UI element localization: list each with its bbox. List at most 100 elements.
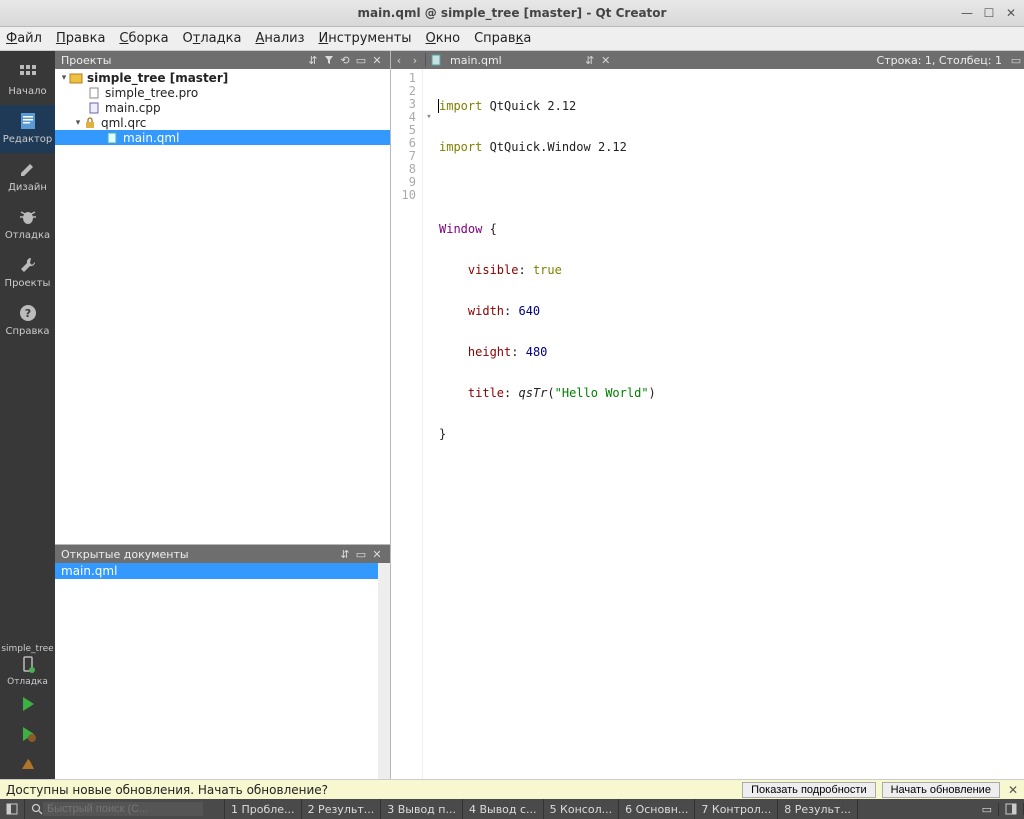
mode-help[interactable]: ? Справка	[0, 297, 55, 345]
notification-close-icon[interactable]: ✕	[1008, 783, 1018, 797]
panel-close-icon[interactable]: ✕	[370, 53, 384, 67]
editor-toolbar: ‹ › main.qml ⇵ ✕ Строка: 1, Столбец: 1 ▭	[391, 51, 1024, 69]
tree-root-label: simple_tree [master]	[87, 71, 228, 85]
file-type-icon	[428, 52, 444, 68]
mode-start-label: Начало	[8, 86, 46, 97]
pencil-icon	[18, 159, 38, 179]
split-icon[interactable]: ▭	[354, 53, 368, 67]
window-title: main.qml @ simple_tree [master] - Qt Cre…	[358, 6, 667, 20]
output-tab-8[interactable]: 8 Результ...	[778, 799, 858, 819]
tree-pro-file[interactable]: simple_tree.pro	[55, 85, 390, 100]
split-icon[interactable]: ▭	[1008, 52, 1024, 68]
mode-editor[interactable]: Редактор	[0, 105, 55, 153]
tree-root[interactable]: ▾ simple_tree [master]	[55, 70, 390, 85]
mode-start[interactable]: Начало	[0, 57, 55, 105]
menu-build[interactable]: Сборка	[119, 31, 168, 46]
close-button[interactable]: ✕	[1006, 8, 1016, 18]
code-area[interactable]: 12345678910 ▾ import QtQuick 2.12 import…	[391, 69, 1024, 779]
help-icon: ?	[18, 303, 38, 323]
leftbar: Начало Редактор Дизайн Отладка Проекты ?…	[0, 51, 55, 779]
build-button[interactable]	[19, 755, 37, 773]
menu-window[interactable]: Окно	[426, 31, 461, 46]
chevron-down-icon[interactable]: ▾	[59, 73, 69, 83]
menu-tools[interactable]: Инструменты	[319, 31, 412, 46]
toggle-rightbar-icon[interactable]	[999, 803, 1024, 815]
open-documents-pane: Открытые документы ⇵ ▭ ✕ main.qml	[55, 544, 390, 779]
project-tree[interactable]: ▾ simple_tree [master] simple_tree.pro m…	[55, 69, 390, 544]
opendocs-title: Открытые документы	[61, 548, 336, 561]
fold-column[interactable]: ▾	[423, 69, 435, 779]
split-icon[interactable]: ▭	[354, 547, 368, 561]
minimize-button[interactable]: —	[962, 8, 972, 18]
tree-qrc-label: qml.qrc	[101, 116, 146, 130]
bug-icon	[18, 207, 38, 227]
output-tab-3[interactable]: 3 Вывод п...	[381, 799, 463, 819]
kit-project-label: simple_tree	[1, 644, 53, 654]
output-tab-2[interactable]: 2 Результ...	[302, 799, 382, 819]
panel-dropdown-icon[interactable]: ⇵	[306, 53, 320, 67]
open-documents-list[interactable]: main.qml	[55, 563, 378, 779]
mode-design-label: Дизайн	[8, 182, 47, 193]
maximize-button[interactable]: ☐	[984, 8, 994, 18]
panel-dropdown-icon[interactable]: ⇵	[338, 547, 352, 561]
menu-file[interactable]: Файл	[6, 31, 42, 46]
tree-qrc[interactable]: ▾ qml.qrc	[55, 115, 390, 130]
editor-filename: main.qml	[450, 54, 502, 67]
run-debug-button[interactable]	[19, 725, 37, 743]
toggle-sidebar-icon[interactable]	[0, 799, 25, 819]
output-tab-1[interactable]: 1 Пробле...	[225, 799, 302, 819]
code-text[interactable]: import QtQuick 2.12 import QtQuick.Windo…	[435, 69, 1024, 779]
mode-design[interactable]: Дизайн	[0, 153, 55, 201]
editor-file-label[interactable]: main.qml	[444, 54, 582, 67]
link-icon[interactable]: ⟲	[338, 53, 352, 67]
tree-main-qml[interactable]: main.qml	[55, 130, 390, 145]
nav-back-icon[interactable]: ‹	[391, 52, 407, 68]
menu-edit[interactable]: Правка	[56, 31, 105, 46]
project-icon	[69, 72, 83, 84]
kit-selector[interactable]: simple_tree Отладка	[0, 638, 55, 689]
quick-search-input[interactable]	[43, 802, 203, 816]
output-tab-4[interactable]: 4 Вывод с...	[463, 799, 544, 819]
editor-icon	[18, 111, 38, 131]
output-tab-5[interactable]: 5 Консол...	[544, 799, 620, 819]
start-update-button[interactable]: Начать обновление	[882, 782, 1000, 798]
grid-icon	[18, 63, 38, 83]
tree-mainqml-label: main.qml	[123, 131, 179, 145]
tree-main-cpp[interactable]: main.cpp	[55, 100, 390, 115]
cursor-position[interactable]: Строка: 1, Столбец: 1	[871, 54, 1008, 67]
panel-close-icon[interactable]: ✕	[370, 547, 384, 561]
update-notification: Доступны новые обновления. Начать обновл…	[0, 779, 1024, 799]
scrollbar[interactable]	[378, 563, 390, 779]
wrench-icon	[18, 255, 38, 275]
menu-help[interactable]: Справка	[474, 31, 531, 46]
tree-pro-label: simple_tree.pro	[105, 86, 198, 100]
svg-text:?: ?	[24, 307, 30, 320]
mode-projects-label: Проекты	[5, 278, 51, 289]
filter-icon[interactable]	[322, 53, 336, 67]
quick-search[interactable]	[25, 799, 225, 819]
mode-editor-label: Редактор	[3, 134, 53, 145]
titlebar: main.qml @ simple_tree [master] - Qt Cre…	[0, 0, 1024, 27]
notification-text: Доступны новые обновления. Начать обновл…	[6, 783, 736, 797]
menu-debug[interactable]: Отладка	[183, 31, 242, 46]
mode-projects[interactable]: Проекты	[0, 249, 55, 297]
nav-forward-icon[interactable]: ›	[407, 52, 423, 68]
tree-maincpp-label: main.cpp	[105, 101, 161, 115]
mode-debug[interactable]: Отладка	[0, 201, 55, 249]
fold-icon[interactable]: ▾	[423, 111, 435, 124]
editor-close-icon[interactable]: ✕	[598, 52, 614, 68]
show-details-button[interactable]: Показать подробности	[742, 782, 875, 798]
dropdown-icon[interactable]: ⇵	[582, 52, 598, 68]
menu-analyze[interactable]: Анализ	[255, 31, 304, 46]
output-tab-7[interactable]: 7 Контрол...	[695, 799, 778, 819]
run-button[interactable]	[19, 695, 37, 713]
chevron-down-icon[interactable]: ▾	[73, 118, 83, 128]
statusbar: 1 Пробле... 2 Результ... 3 Вывод п... 4 …	[0, 799, 1024, 819]
opendocs-header: Открытые документы ⇵ ▭ ✕	[55, 545, 390, 563]
output-tab-6[interactable]: 6 Основн...	[619, 799, 695, 819]
qml-file-icon	[105, 132, 119, 144]
device-icon	[18, 654, 38, 674]
search-icon	[31, 803, 43, 815]
open-doc-item[interactable]: main.qml	[55, 563, 378, 579]
progress-icon[interactable]: ▭	[976, 803, 999, 816]
